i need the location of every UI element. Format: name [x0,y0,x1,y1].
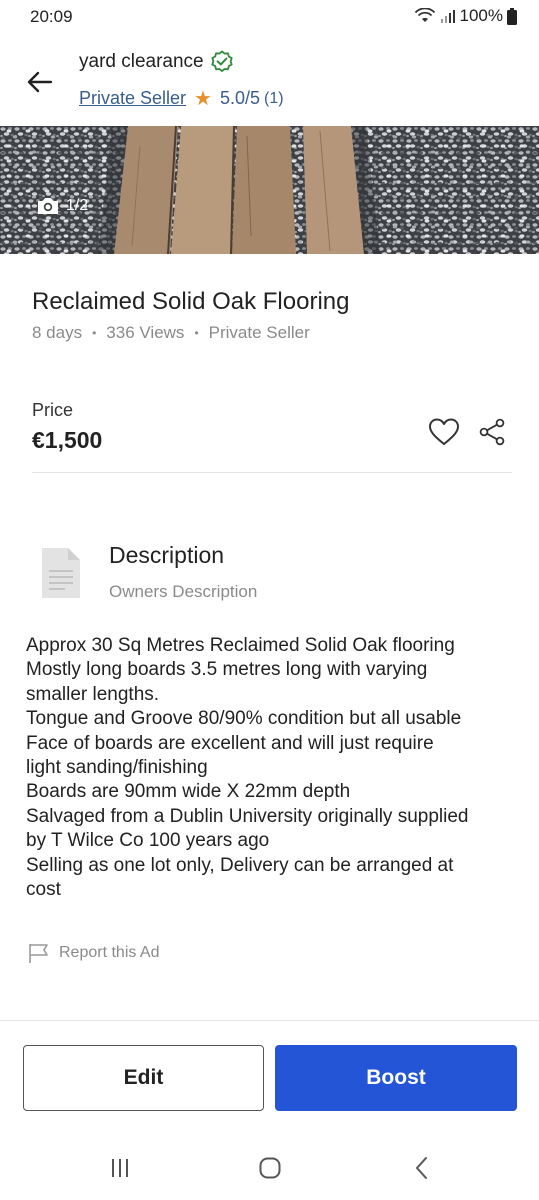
listing-seller-type: Private Seller [208,323,310,343]
camera-icon [38,198,58,214]
share-button[interactable] [474,414,510,450]
system-back-button[interactable] [402,1150,442,1186]
chevron-left-icon [416,1157,427,1179]
document-icon [42,548,80,598]
recent-apps-icon [112,1159,128,1177]
status-icons: 100% [414,6,517,26]
description-header: Description Owners Description [40,538,500,608]
home-button[interactable] [250,1150,290,1186]
seller-name: yard clearance [79,51,204,72]
listing-photo[interactable] [0,126,539,254]
divider [32,472,512,473]
rating-value: 5.0/5 [219,88,261,108]
price-section: Price €1,500 [32,400,512,472]
seller-name-row: yard clearance [79,50,234,74]
status-time: 20:09 [30,7,73,26]
rating-count: (1) [264,89,284,107]
description-line: cost [26,879,61,901]
description-line: Boards are 90mm wide X 22mm depth [26,781,351,803]
separator-dot: • [194,326,199,341]
description-title: Description [109,542,225,568]
listing-meta: 8 days • 336 Views • Private Seller [32,323,512,343]
price-actions [426,414,510,450]
listing-views: 336 Views [106,323,185,343]
boost-button[interactable]: Boost [275,1045,517,1111]
photo-counter: 1/2 [36,196,88,216]
description-line: Mostly long boards 3.5 metres long with … [26,659,428,681]
description-line: Tongue and Groove 80/90% condition but a… [26,708,462,730]
description-line: Face of boards are excellent and will ju… [26,732,434,754]
status-bar: 20:09 100% [0,0,539,36]
star-icon: ★ [194,87,212,110]
listing-title-section: Reclaimed Solid Oak Flooring 8 days • 33… [32,286,512,343]
photo-counter-text: 1/2 [66,197,89,214]
recent-apps-button[interactable] [100,1150,140,1186]
signal-icon [440,10,455,23]
verified-badge-icon [211,50,233,72]
favourite-button[interactable] [426,414,462,450]
heart-icon [429,418,459,445]
flag-icon [29,944,48,963]
description-line: by T Wilce Co 100 years ago [26,830,270,852]
system-nav-bar [0,1136,539,1200]
separator-dot: • [92,326,97,341]
listing-title: Reclaimed Solid Oak Flooring [32,288,350,315]
home-icon [259,1157,281,1179]
wifi-icon [414,8,435,22]
listing-age: 8 days [32,323,83,343]
description-line: Salvaged from a Dublin University origin… [26,805,469,827]
oak-boards-photo [0,126,539,254]
seller-type-link[interactable]: Private Seller [79,88,186,109]
description-line: smaller lengths. [26,683,160,705]
bottom-action-bar: Edit Boost [0,1020,539,1120]
battery-icon [507,7,517,25]
seller-meta: Private Seller ★ 5.0/5 (1) [79,88,284,109]
description-line: Approx 30 Sq Metres Reclaimed Solid Oak … [26,635,455,656]
description-body: Approx 30 Sq Metres Reclaimed Solid Oak … [26,634,518,902]
edit-button[interactable]: Edit [23,1045,264,1111]
boost-button-label: Boost [366,1066,426,1089]
edit-button-label: Edit [123,1066,164,1089]
report-ad-label: Report this Ad [59,944,160,961]
back-button[interactable] [22,64,58,100]
share-icon [479,418,505,446]
seller-header: yard clearance Private Seller ★ 5.0/5 (1… [0,38,539,126]
description-line: light sanding/finishing [26,757,208,779]
battery-percent: 100% [459,6,503,25]
arrow-left-icon [27,71,53,93]
description-line: Selling as one lot only, Delivery can be… [26,854,454,876]
report-ad-link[interactable]: Report this Ad [27,942,160,964]
description-subtitle: Owners Description [109,582,258,601]
